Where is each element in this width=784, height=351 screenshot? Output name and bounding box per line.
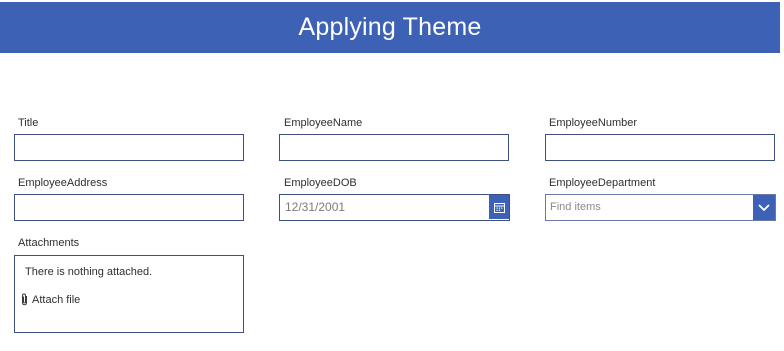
- calendar-icon: [493, 202, 505, 213]
- employee-dob-label: EmployeeDOB: [284, 177, 357, 189]
- dropdown-toggle-button[interactable]: [753, 195, 775, 220]
- employee-address-input[interactable]: [14, 194, 244, 221]
- attachments-empty-text: There is nothing attached.: [25, 266, 153, 278]
- page-header: Applying Theme: [0, 2, 780, 53]
- attachments-box: There is nothing attached. Attach file: [14, 255, 244, 333]
- chevron-down-icon: [758, 203, 770, 211]
- attachments-label: Attachments: [18, 237, 80, 249]
- employee-dob-value[interactable]: 12/31/2001: [285, 200, 345, 214]
- employee-name-input[interactable]: [279, 134, 509, 161]
- page-title: Applying Theme: [298, 13, 482, 41]
- title-input[interactable]: [14, 134, 244, 161]
- employee-department-placeholder: Find items: [550, 201, 601, 213]
- employee-dob-datepicker[interactable]: 12/31/2001: [279, 194, 510, 221]
- employee-number-label: EmployeeNumber: [549, 117, 638, 129]
- title-label: Title: [18, 117, 39, 129]
- employee-name-label: EmployeeName: [284, 117, 363, 129]
- employee-department-dropdown[interactable]: Find items: [545, 194, 776, 221]
- paperclip-icon: [22, 293, 27, 306]
- attach-file-label[interactable]: Attach file: [32, 294, 80, 306]
- employee-number-input[interactable]: [545, 134, 775, 161]
- employee-department-label: EmployeeDepartment: [549, 177, 656, 189]
- employee-address-label: EmployeeAddress: [18, 177, 108, 189]
- calendar-button[interactable]: [489, 195, 509, 219]
- attach-file-button[interactable]: Attach file: [20, 293, 80, 306]
